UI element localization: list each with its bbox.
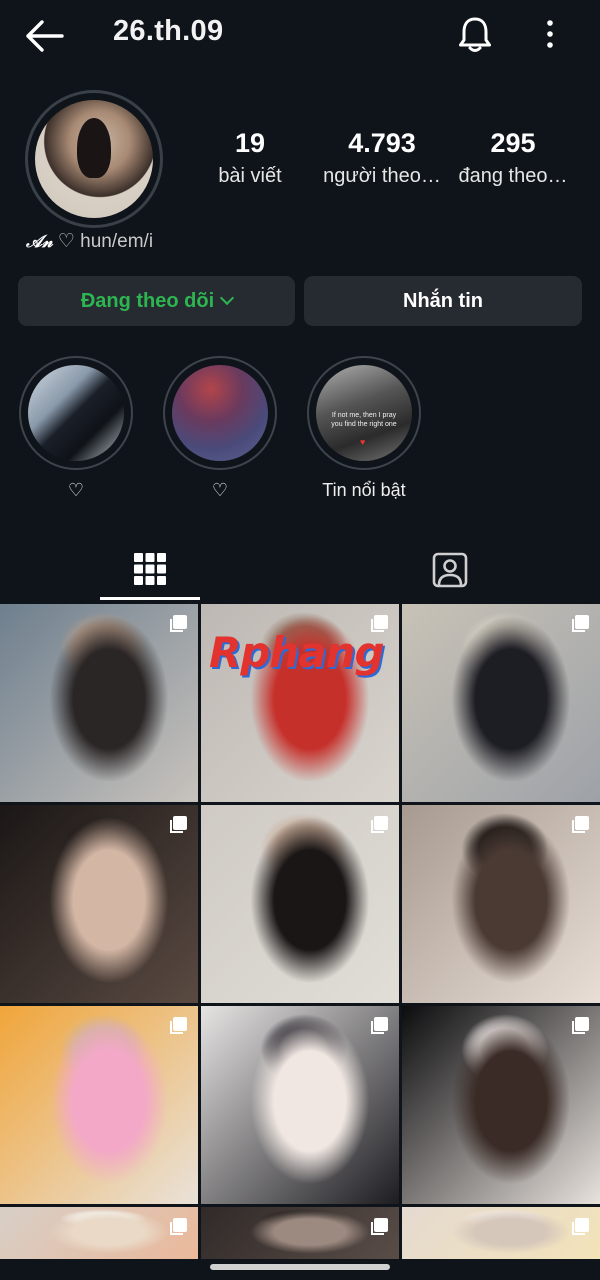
story-highlight-2[interactable]: ♡ — [163, 356, 277, 501]
stat-followers[interactable]: 4.793 người theo… — [316, 128, 448, 188]
following-button-label: Đang theo dõi — [80, 289, 215, 312]
stat-posts-label: bài viết — [218, 165, 282, 187]
arrow-left-icon — [26, 20, 64, 52]
home-indicator[interactable] — [210, 1264, 390, 1270]
profile-username: 26.th.09 — [113, 15, 224, 47]
highlight-cover-caption: If not me, then I pray you find the righ… — [331, 412, 397, 428]
top-bar: 26.th.09 — [0, 0, 600, 70]
highlight-cover-heart: ♥ — [360, 437, 366, 447]
highlight-ring: If not me, then I pray you find the righ… — [307, 356, 421, 470]
carousel-multiple-icon — [170, 615, 187, 632]
profile-tabs — [0, 540, 600, 602]
post-thumbnail[interactable] — [402, 805, 600, 1003]
message-button[interactable]: Nhắn tin — [304, 276, 582, 326]
post-thumbnail[interactable] — [402, 604, 600, 802]
tab-posts[interactable] — [100, 540, 200, 600]
story-highlight-3[interactable]: If not me, then I pray you find the righ… — [307, 356, 421, 501]
carousel-multiple-icon — [371, 816, 388, 833]
bio-name: 𝒜𝓃 — [26, 232, 53, 252]
post-thumbnail[interactable] — [0, 805, 198, 1003]
notifications-button[interactable] — [455, 14, 495, 54]
highlight-cover: If not me, then I pray you find the righ… — [316, 365, 412, 461]
post-thumbnail[interactable] — [402, 1006, 600, 1204]
stat-following-label: đang theo… — [458, 165, 568, 187]
carousel-multiple-icon — [572, 816, 589, 833]
carousel-multiple-icon — [170, 1017, 187, 1034]
carousel-multiple-icon — [371, 1017, 388, 1034]
carousel-multiple-icon — [572, 1017, 589, 1034]
profile-avatar[interactable] — [25, 90, 163, 228]
post-thumbnail[interactable] — [201, 805, 399, 1003]
highlight-ring — [19, 356, 133, 470]
bio-pronouns: hun/em/i — [80, 231, 154, 252]
carousel-multiple-icon — [572, 1218, 589, 1235]
post-thumbnail[interactable] — [0, 1006, 198, 1204]
highlight-cover — [172, 365, 268, 461]
story-highlight-1[interactable]: ♡ — [19, 356, 133, 501]
bell-icon — [459, 17, 491, 52]
post-thumbnail[interactable] — [0, 1207, 198, 1259]
post-thumbnail[interactable] — [402, 1207, 600, 1259]
carousel-multiple-icon — [371, 1218, 388, 1235]
watermark-logo: Rphang — [209, 628, 385, 677]
stat-following-value: 295 — [490, 128, 536, 158]
stat-posts-value: 19 — [234, 128, 266, 158]
carousel-multiple-icon — [572, 615, 589, 632]
carousel-multiple-icon — [170, 816, 187, 833]
message-button-label: Nhắn tin — [403, 289, 483, 312]
post-thumbnail[interactable] — [201, 1006, 399, 1204]
stat-followers-value: 4.793 — [348, 128, 416, 158]
stat-following[interactable]: 295 đang theo… — [452, 128, 574, 188]
highlight-label: ♡ — [67, 480, 85, 500]
carousel-multiple-icon — [170, 1218, 187, 1235]
grid-icon — [134, 552, 166, 585]
highlight-ring — [163, 356, 277, 470]
more-vertical-icon — [547, 20, 553, 48]
stat-posts[interactable]: 19 bài viết — [200, 128, 300, 188]
bio-heart: ♡ — [57, 231, 75, 252]
highlight-cover — [28, 365, 124, 461]
following-button[interactable]: Đang theo dõi — [18, 276, 295, 326]
stat-followers-label: người theo… — [323, 165, 441, 187]
chevron-down-icon — [220, 290, 235, 306]
tab-tagged[interactable] — [400, 540, 500, 600]
post-thumbnail[interactable] — [201, 1207, 399, 1259]
tagged-person-icon — [432, 552, 468, 588]
more-options-button[interactable] — [535, 16, 565, 52]
highlight-label: Tin nổi bật — [322, 480, 406, 500]
profile-bio: 𝒜𝓃 ♡ hun/em/i — [26, 230, 153, 253]
post-thumbnail[interactable] — [0, 604, 198, 802]
highlight-label: ♡ — [211, 480, 229, 500]
post-thumbnail[interactable]: Rphang — [201, 604, 399, 802]
back-button[interactable] — [22, 16, 66, 56]
avatar-image — [35, 100, 153, 218]
